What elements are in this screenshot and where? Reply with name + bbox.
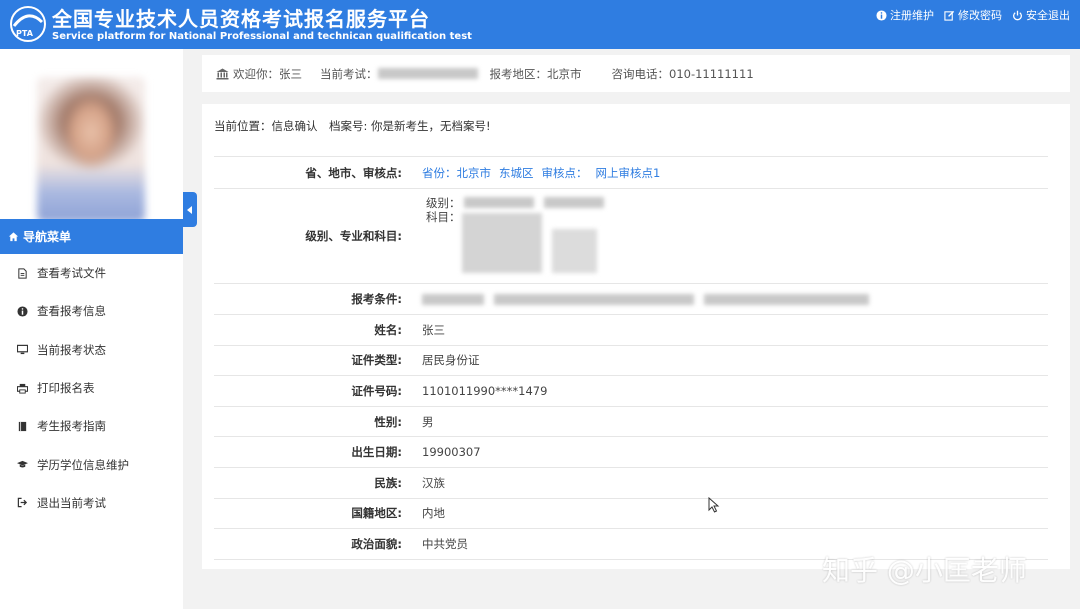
sidebar-item-exit-exam[interactable]: 退出当前考试	[0, 484, 183, 522]
province-value: 省份：北京市 东城区 审核点： 网上审核点1	[422, 165, 661, 180]
edit-icon	[944, 10, 955, 21]
book-icon	[18, 421, 27, 431]
current-exam-value-redacted	[377, 68, 478, 79]
form-row: 证件类型: 居民身份证	[214, 346, 1048, 377]
top-header: PTA 全国专业技术人员资格考试报名服务平台 Service platform …	[0, 0, 1080, 49]
mouse-cursor-icon	[708, 497, 720, 513]
level-subject-value: 级别： 科目：	[412, 189, 1048, 284]
form-row-level-subject: 级别、专业和科目: 级别： 科目：	[214, 189, 1048, 284]
form-row-condition: 报考条件:	[214, 284, 1048, 315]
site-title: 全国专业技术人员资格考试报名服务平台	[52, 7, 430, 31]
sidebar-item-current-status[interactable]: 当前报考状态	[0, 331, 183, 369]
file-icon	[18, 268, 27, 279]
level-value-redacted	[464, 196, 534, 208]
id-number-value: 1101011990****1479	[422, 383, 548, 398]
form-row-province: 省、地市、审核点: 省份：北京市 东城区 审核点： 网上审核点1	[214, 157, 1048, 189]
level-subject-label: 级别、专业和科目:	[305, 229, 402, 243]
id-type-value: 居民身份证	[422, 353, 480, 368]
current-exam-label: 当前考试：	[320, 66, 378, 81]
monitor-icon	[17, 345, 28, 355]
nav-menu-header[interactable]: 导航菜单	[0, 219, 183, 254]
sidebar-item-exam-info[interactable]: 查看报考信息	[0, 292, 183, 330]
sign-out-icon	[17, 498, 28, 508]
form-row: 民族: 汉族	[214, 468, 1048, 499]
sidebar-collapse-toggle[interactable]	[183, 192, 197, 227]
region-text: 报考地区：北京市	[489, 66, 582, 81]
nav-list: 查看考试文件 查看报考信息 当前报考状态 打印报名表 考生报考指南 学历学位信息…	[0, 254, 183, 522]
info-icon	[876, 9, 887, 21]
birthdate-value: 19900307	[422, 445, 481, 460]
welcome-text: 欢迎你：张三	[233, 66, 302, 81]
name-value: 张三	[422, 322, 445, 337]
condition-value-redacted	[412, 292, 1048, 306]
form-row: 姓名: 张三	[214, 315, 1048, 346]
bank-icon	[216, 68, 229, 79]
register-maintain-link[interactable]: 注册维护	[876, 7, 934, 23]
change-password-link[interactable]: 修改密码	[944, 7, 1002, 23]
sidebar-item-guide[interactable]: 考生报考指南	[0, 407, 183, 445]
watermark: 知乎 @小匡老师	[822, 554, 1027, 587]
site-subtitle: Service platform for National Profession…	[52, 31, 472, 42]
power-icon	[1013, 10, 1022, 20]
info-form: 省、地市、审核点: 省份：北京市 东城区 审核点： 网上审核点1 级别、专业和科目: …	[214, 156, 1048, 569]
sidebar-item-print-form[interactable]: 打印报名表	[0, 369, 183, 407]
province-label: 省、地市、审核点:	[305, 165, 402, 180]
form-row: 出生日期: 19900307	[214, 437, 1048, 468]
logo-icon: PTA	[10, 6, 46, 42]
avatar	[37, 77, 145, 222]
gender-value: 男	[422, 414, 434, 429]
logout-link[interactable]: 安全退出	[1012, 7, 1070, 23]
main-panel: 当前位置：信息确认 档案号: 你是新考生，无档案号! 省、地市、审核点: 省份：…	[202, 104, 1070, 569]
ethnicity-value: 汉族	[422, 475, 445, 490]
phone-text: 咨询电话：010-11111111	[611, 66, 754, 81]
sidebar-item-exam-files[interactable]: 查看考试文件	[0, 254, 183, 292]
user-info-bar: 欢迎你：张三 当前考试： 报考地区：北京市 咨询电话：010-11111111	[202, 55, 1070, 92]
svg-text:PTA: PTA	[16, 29, 34, 38]
form-row: 国籍地区: 内地	[214, 499, 1048, 530]
nationality-region-value: 内地	[422, 506, 445, 521]
sidebar: 导航菜单 查看考试文件 查看报考信息 当前报考状态 打印报名表 考生报考指南 学…	[0, 49, 183, 609]
breadcrumb: 当前位置：信息确认 档案号: 你是新考生，无档案号!	[214, 119, 491, 133]
printer-icon	[17, 383, 28, 394]
form-row: 性别: 男	[214, 407, 1048, 438]
condition-label: 报考条件:	[351, 292, 402, 306]
home-icon	[8, 232, 19, 242]
graduation-cap-icon	[17, 460, 28, 468]
header-links: 注册维护 修改密码 安全退出	[876, 7, 1070, 23]
sidebar-item-education-info[interactable]: 学历学位信息维护	[0, 445, 183, 483]
subject-value-redacted	[462, 212, 542, 273]
info-circle-icon	[17, 306, 28, 317]
form-row: 证件号码: 1101011990****1479	[214, 376, 1048, 407]
